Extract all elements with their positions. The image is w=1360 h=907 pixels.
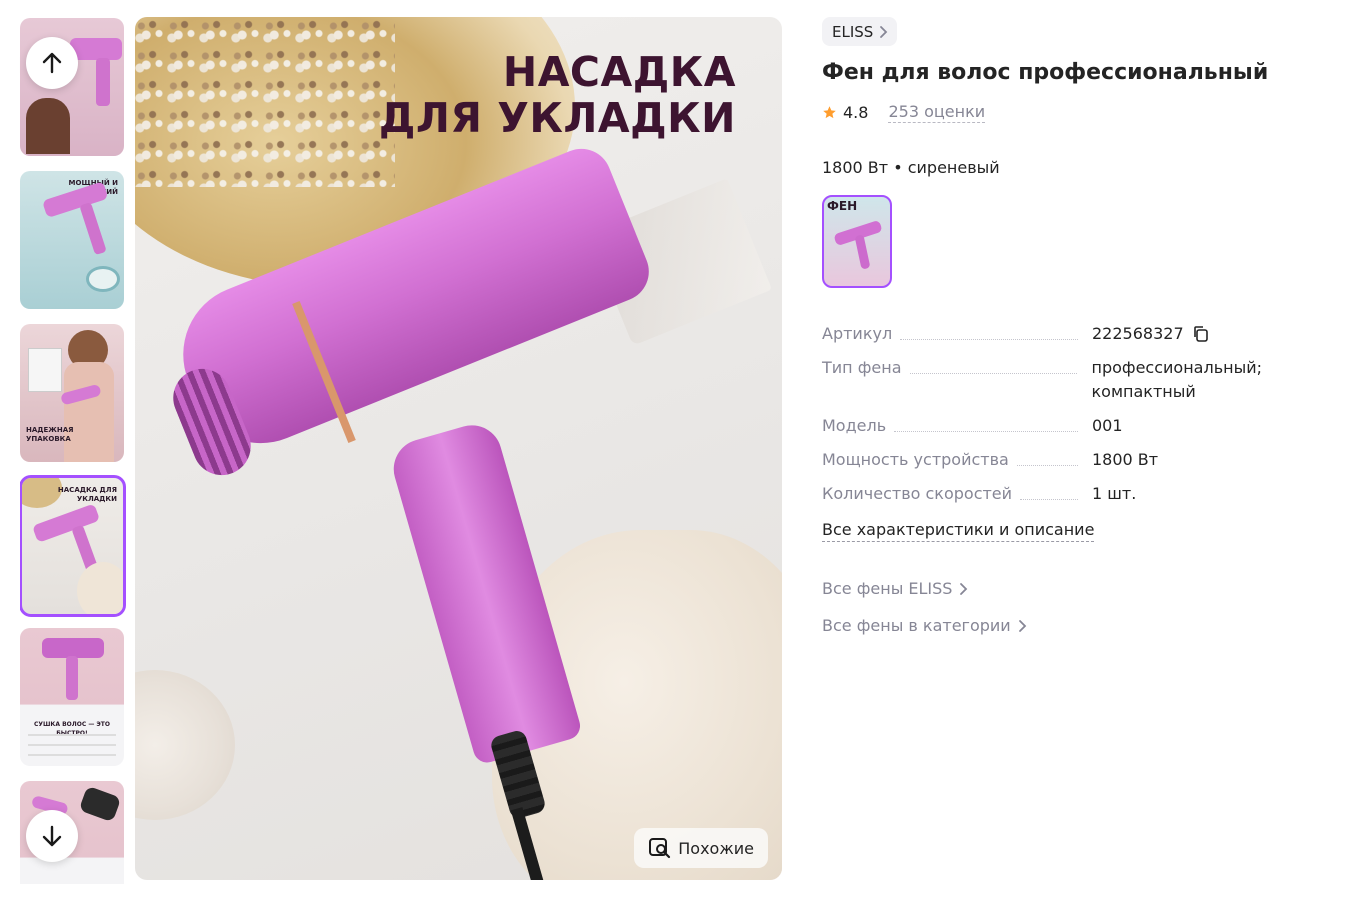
spec-value: 1 шт. <box>1092 484 1137 503</box>
main-product-image[interactable]: НАСАДКА ДЛЯ УКЛАДКИ Похожие <box>135 17 782 880</box>
spec-row: Тип фена профессиональный; компактный <box>822 356 1262 404</box>
rating-value: 4.8 <box>843 103 869 122</box>
variant-label: 1800 Вт • сиреневый <box>822 158 1000 177</box>
thumbnail-3[interactable]: Надежная упаковка <box>20 324 124 462</box>
scroll-down-button[interactable] <box>26 810 78 862</box>
spec-key: Количество скоростей <box>822 484 1013 503</box>
thumbnail-strip: Мощный и тихий Надежная упаковка Насадка… <box>20 18 126 884</box>
arrow-down-icon <box>42 825 62 847</box>
star-icon <box>823 106 836 119</box>
similar-button-label: Похожие <box>678 838 754 858</box>
spec-key: Артикул <box>822 324 893 343</box>
thumbnail-caption: Насадка для укладки <box>57 486 117 503</box>
thumbnail-2[interactable]: Мощный и тихий <box>20 171 124 309</box>
spec-value: 1800 Вт <box>1092 450 1159 469</box>
spec-row: Артикул 222568327 <box>822 322 1262 346</box>
spec-value: профессиональный; компактный <box>1091 358 1262 401</box>
spec-value: 001 <box>1092 416 1123 435</box>
variant-thumb-caption: ФЕН <box>827 199 858 213</box>
thumbnail-4[interactable]: Насадка для укладки <box>20 475 126 617</box>
chevron-right-icon <box>880 25 888 38</box>
image-search-icon <box>649 838 671 859</box>
thumbnail-caption: Надежная упаковка <box>26 426 74 443</box>
spec-key: Мощность устройства <box>822 450 1009 469</box>
chevron-right-icon <box>960 582 968 595</box>
hair-dryer-illustration <box>135 17 782 880</box>
chevron-right-icon <box>1018 619 1026 632</box>
copy-icon[interactable] <box>1192 325 1210 343</box>
all-category-products-link[interactable]: Все фены в категории <box>822 616 1027 635</box>
similar-products-button[interactable]: Похожие <box>634 828 768 868</box>
all-specs-link[interactable]: Все характеристики и описание <box>822 520 1095 542</box>
spec-row: Количество скоростей 1 шт. <box>822 482 1262 506</box>
spec-key: Модель <box>822 416 887 435</box>
product-title: Фен для волос профессиональный <box>822 60 1269 85</box>
spec-value: 222568327 <box>1092 324 1184 343</box>
variant-option[interactable]: ФЕН <box>822 195 892 288</box>
thumbnail-1[interactable] <box>20 18 124 156</box>
thumbnail-5[interactable]: Сушка волос — это быстро! <box>20 628 124 766</box>
reviews-link[interactable]: 253 оценки <box>888 102 986 123</box>
dryer-cord <box>510 807 548 880</box>
scroll-up-button[interactable] <box>26 37 78 89</box>
dryer-handle <box>386 418 584 766</box>
spec-row: Мощность устройства 1800 Вт <box>822 448 1262 472</box>
all-brand-label: Все фены ELISS <box>822 579 953 598</box>
all-category-label: Все фены в категории <box>822 616 1011 635</box>
arrow-up-icon <box>42 52 62 74</box>
brand-chip[interactable]: ELISS <box>822 17 898 46</box>
spec-key: Тип фена <box>822 358 902 377</box>
brand-name: ELISS <box>832 22 874 41</box>
rating-block: 4.8 253 оценки <box>822 102 986 123</box>
spec-row: Модель 001 <box>822 414 1262 438</box>
specs-list: Артикул 222568327 Тип фена профессиональ… <box>822 322 1262 516</box>
all-brand-products-link[interactable]: Все фены ELISS <box>822 579 968 598</box>
